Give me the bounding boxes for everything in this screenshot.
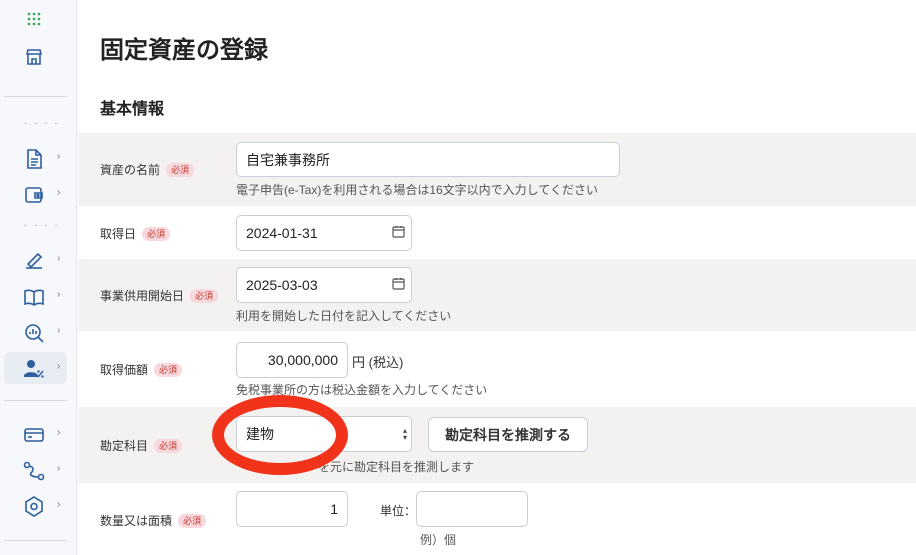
required-badge: 必須: [142, 226, 171, 241]
form-row-acquired-date: 取得日 必須 2024-01-31: [78, 206, 916, 259]
route-icon: [23, 460, 45, 482]
sidebar-item-store[interactable]: [0, 40, 77, 72]
asset-name-label: 資産の名前: [100, 163, 161, 177]
account-item-label: 勘定科目: [100, 439, 149, 453]
required-badge: 必須: [154, 438, 183, 453]
form-row-quantity: 数量又は面積 必須 1 単位： 例）個: [78, 483, 916, 555]
document-icon: [23, 148, 45, 170]
required-badge: 必須: [154, 362, 183, 377]
form-row-business-start-date: 事業供用開始日 必須 2025-03-03 利用を開始した日付を記入してください: [78, 259, 916, 331]
field-label: 勘定科目 必須: [100, 437, 183, 454]
sidebar-item-route[interactable]: ›: [0, 454, 77, 486]
asset-name-value: 自宅兼事務所: [246, 151, 330, 168]
quantity-value: 1: [330, 501, 338, 517]
select-arrows-icon: ▴ ▾: [402, 426, 407, 442]
suggest-account-button[interactable]: 勘定科目を推測する: [428, 417, 588, 452]
calendar-icon[interactable]: [392, 277, 405, 293]
sidebar-dots: · · · ·: [24, 220, 60, 231]
acquisition-price-input[interactable]: 30,000,000: [236, 342, 348, 378]
sidebar-item-fixed-assets[interactable]: ›: [4, 352, 67, 384]
store-icon: [23, 46, 45, 68]
field-label: 事業供用開始日 必須: [100, 287, 219, 304]
account-item-select[interactable]: 建物 ▴ ▾: [236, 416, 412, 452]
unit-input[interactable]: [416, 491, 528, 527]
required-badge: 必須: [178, 513, 207, 528]
chevron-right-icon: ›: [57, 499, 61, 510]
wallet-icon: [23, 184, 45, 206]
sidebar-app-grid[interactable]: [0, 2, 77, 34]
sidebar-item-wallet[interactable]: ›: [0, 178, 77, 210]
hexagon-gear-icon: [23, 496, 45, 518]
asset-name-hint: 電子申告(e-Tax)を利用される場合は16文字以内で入力してください: [236, 183, 598, 197]
acquired-date-input[interactable]: 2024-01-31: [236, 215, 412, 251]
required-badge: 必須: [190, 288, 219, 303]
business-start-date-input[interactable]: 2025-03-03: [236, 267, 412, 303]
chevron-right-icon: ›: [57, 325, 61, 336]
business-start-date-label: 事業供用開始日: [100, 289, 185, 303]
quantity-label: 数量又は面積: [100, 514, 173, 528]
form-row-account-item: 勘定科目 必須 建物 ▴ ▾ 勘定科目を推測する を元に勘定科目を推測します: [78, 407, 916, 483]
business-start-date-value: 2025-03-03: [246, 277, 318, 293]
acquired-date-label: 取得日: [100, 227, 137, 241]
section-title: 基本情報: [100, 101, 165, 118]
sidebar-item-card[interactable]: ›: [0, 418, 77, 450]
business-start-date-hint: 利用を開始した日付を記入してください: [236, 309, 452, 323]
chevron-right-icon: ›: [57, 361, 61, 372]
form-row-acquisition-price: 取得価額 必須 30,000,000 円 (税込) 免税事業所の方は税込金額を入…: [78, 331, 916, 407]
app-grid-icon: [23, 8, 45, 30]
required-badge: 必須: [166, 162, 195, 177]
account-item-selected: 建物: [246, 426, 274, 442]
signature-icon: [23, 250, 45, 272]
acquisition-price-value: 30,000,000: [267, 352, 338, 368]
asset-name-input[interactable]: 自宅兼事務所: [236, 142, 620, 177]
field-label: 取得価額 必須: [100, 361, 183, 378]
form-row-asset-name: 資産の名前 必須 自宅兼事務所 電子申告(e-Tax)を利用される場合は16文字…: [78, 133, 916, 206]
sidebar-item-analytics[interactable]: ›: [0, 316, 77, 348]
field-label: 数量又は面積 必須: [100, 512, 207, 529]
book-icon: [23, 286, 45, 308]
unit-hint: 例）個: [420, 533, 457, 547]
sidebar-item-documents[interactable]: ›: [0, 142, 77, 174]
main-content: 固定資産の登録 基本情報 資産の名前 必須 自宅兼事務所 電子申告(e-Tax)…: [78, 0, 916, 555]
quantity-input[interactable]: 1: [236, 491, 348, 527]
field-label: 取得日 必須: [100, 225, 171, 242]
chevron-right-icon: ›: [57, 427, 61, 438]
sidebar-item-sign[interactable]: ›: [0, 244, 77, 276]
sidebar-divider: [4, 96, 67, 97]
chevron-right-icon: ›: [57, 187, 61, 198]
account-item-hint: を元に勘定科目を推測します: [318, 460, 475, 474]
sidebar: · · · · › › · · · · › › › › › › ›: [0, 0, 77, 555]
chevron-right-icon: ›: [57, 463, 61, 474]
unit-label: 単位：: [380, 504, 417, 518]
acquisition-price-hint: 免税事業所の方は税込金額を入力してください: [236, 383, 488, 397]
search-chart-icon: [23, 322, 45, 344]
page-title: 固定資産の登録: [100, 37, 268, 64]
acquisition-price-label: 取得価額: [100, 363, 149, 377]
sidebar-divider: [4, 400, 67, 401]
credit-card-icon: [23, 424, 45, 446]
sidebar-item-book[interactable]: ›: [0, 280, 77, 312]
chevron-right-icon: ›: [57, 253, 61, 264]
user-percent-icon: [23, 358, 45, 380]
sidebar-dots: · · · ·: [24, 118, 60, 129]
calendar-icon[interactable]: [392, 225, 405, 241]
chevron-right-icon: ›: [57, 289, 61, 300]
sidebar-divider: [4, 540, 67, 541]
field-label: 資産の名前 必須: [100, 161, 195, 178]
sidebar-item-settings[interactable]: ›: [0, 490, 77, 522]
price-unit: 円 (税込): [352, 355, 404, 370]
acquired-date-value: 2024-01-31: [246, 225, 318, 241]
chevron-right-icon: ›: [57, 151, 61, 162]
